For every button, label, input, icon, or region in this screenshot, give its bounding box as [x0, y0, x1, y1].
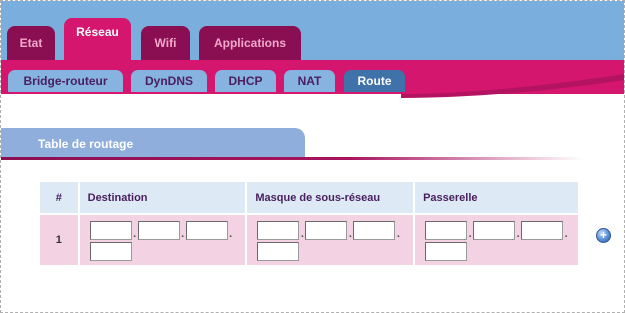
tab-wifi[interactable]: Wifi — [141, 26, 190, 61]
col-header-gateway: Passerelle — [415, 182, 578, 213]
subtab-nat[interactable]: NAT — [284, 70, 335, 92]
tab-etat[interactable]: Etat — [7, 26, 55, 61]
gateway-octet-2[interactable] — [473, 221, 516, 240]
subtab-bridge-routeur[interactable]: Bridge-routeur — [8, 70, 123, 92]
mask-octet-3[interactable] — [353, 221, 396, 240]
section-title: Table de routage — [1, 128, 305, 159]
section-divider — [1, 157, 583, 160]
ip-separator: . — [564, 228, 568, 240]
mask-ip-input: . . . — [257, 221, 407, 261]
gateway-octet-1[interactable] — [425, 221, 468, 240]
mask-octet-4[interactable] — [257, 242, 300, 261]
table-header-row: # Destination Masque de sous-réseau Pass… — [40, 182, 578, 213]
ip-separator: . — [229, 228, 233, 240]
gateway-cell: . . . — [415, 215, 578, 265]
tab-reseau[interactable]: Réseau — [64, 18, 131, 62]
gateway-octet-3[interactable] — [521, 221, 564, 240]
destination-octet-4[interactable] — [89, 242, 132, 261]
destination-octet-3[interactable] — [185, 221, 228, 240]
add-route-button[interactable]: + — [596, 228, 611, 243]
ip-separator: . — [396, 228, 400, 240]
table-row: 1 . . . . . . . . . — [40, 215, 578, 265]
subtab-route[interactable]: Route — [344, 70, 405, 92]
plus-circle-icon: + — [599, 228, 607, 242]
row-number: 1 — [40, 215, 78, 265]
col-header-destination: Destination — [79, 182, 246, 213]
mask-cell: . . . — [247, 215, 414, 265]
subtab-dyndns[interactable]: DynDNS — [131, 70, 207, 92]
mask-octet-2[interactable] — [305, 221, 348, 240]
gateway-ip-input: . . . — [425, 221, 575, 261]
col-header-number: # — [40, 182, 78, 213]
routing-table: # Destination Masque de sous-réseau Pass… — [38, 180, 580, 267]
destination-ip-input: . . . — [89, 221, 240, 261]
destination-cell: . . . — [79, 215, 246, 265]
destination-octet-2[interactable] — [137, 221, 180, 240]
subtab-dhcp[interactable]: DHCP — [215, 70, 276, 92]
destination-octet-1[interactable] — [89, 221, 132, 240]
mask-octet-1[interactable] — [257, 221, 300, 240]
gateway-octet-4[interactable] — [425, 242, 468, 261]
tab-applications[interactable]: Applications — [199, 26, 301, 61]
col-header-mask: Masque de sous-réseau — [247, 182, 414, 213]
